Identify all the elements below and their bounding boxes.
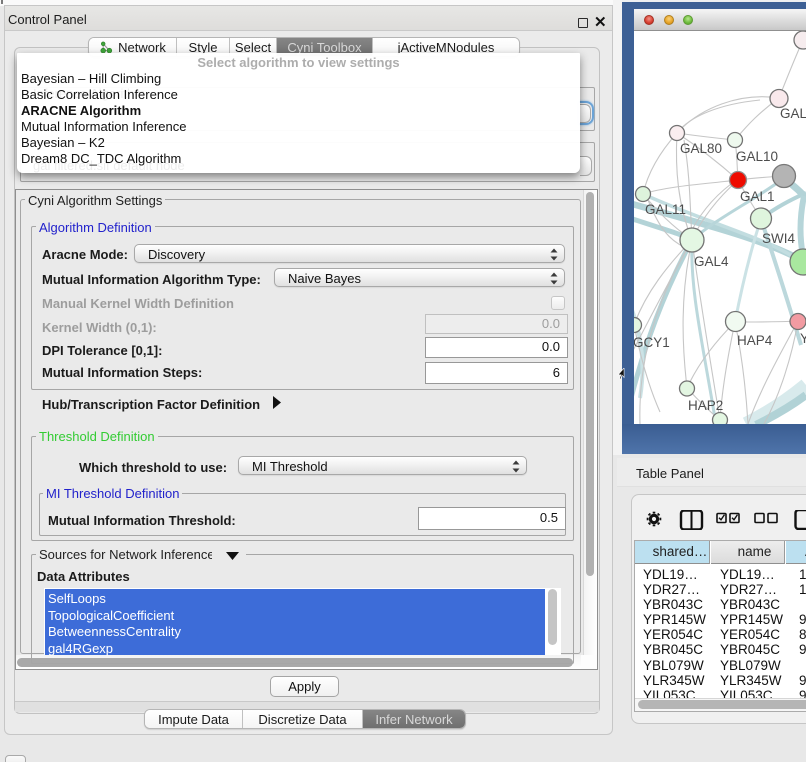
svg-text:YE: YE bbox=[800, 331, 806, 346]
svg-text:GAL80: GAL80 bbox=[680, 141, 722, 156]
svg-text:GCY1: GCY1 bbox=[634, 335, 670, 350]
svg-text:GAL1: GAL1 bbox=[740, 189, 775, 204]
svg-text:GAL7: GAL7 bbox=[780, 106, 806, 121]
svg-text:SWI4: SWI4 bbox=[762, 231, 795, 246]
svg-text:GAL11: GAL11 bbox=[645, 202, 686, 217]
svg-text:HAP2: HAP2 bbox=[688, 398, 723, 413]
svg-text:GAL10: GAL10 bbox=[736, 149, 778, 164]
svg-text:GAL4: GAL4 bbox=[694, 254, 729, 269]
svg-text:HAP4: HAP4 bbox=[737, 333, 773, 348]
